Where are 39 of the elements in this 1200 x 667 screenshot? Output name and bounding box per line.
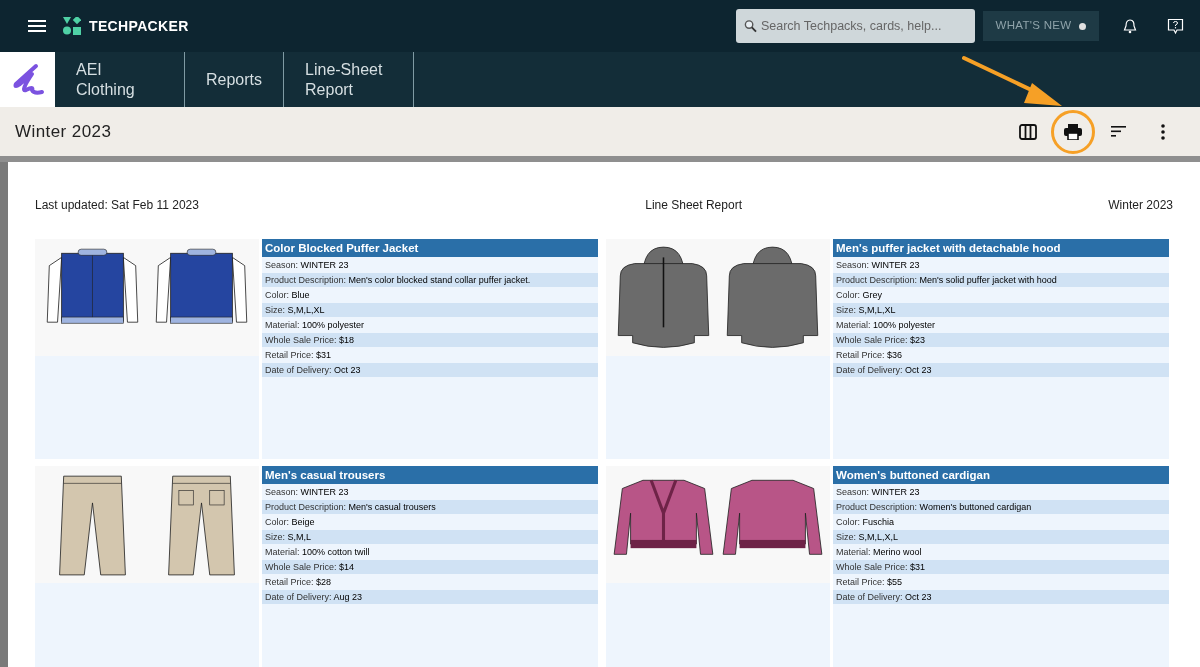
help-icon[interactable] <box>1167 17 1184 35</box>
whats-new-button[interactable]: WHAT'S NEW <box>983 11 1099 41</box>
search-icon <box>744 19 757 33</box>
detail-row: Product Description: Men's color blocked stand collar puffer jacket. <box>262 273 598 287</box>
print-icon <box>1064 123 1082 140</box>
print-button[interactable] <box>1051 109 1095 154</box>
detail-row: Date of Delivery: Aug 23 <box>262 590 598 604</box>
last-updated: Last updated: Sat Feb 11 2023 <box>35 197 199 212</box>
detail-row: Product Description: Men's solid puffer jacket with hood <box>833 273 1169 287</box>
search-input[interactable]: Search Techpacks, cards, help... <box>760 16 967 36</box>
logo-icon <box>63 17 81 35</box>
detail-row: Date of Delivery: Oct 23 <box>833 363 1169 377</box>
detail-row: Whole Sale Price: $31 <box>833 560 1169 574</box>
report-season: Winter 2023 <box>1108 197 1173 212</box>
report-title: Line Sheet Report <box>645 197 742 212</box>
product-title: Women's buttoned cardigan <box>833 466 1169 484</box>
detail-row: Size: S,M,L,X,L <box>833 530 1169 544</box>
notification-bell-icon[interactable] <box>1123 18 1137 34</box>
detail-row: Whole Sale Price: $14 <box>262 560 598 574</box>
detail-row: Size: S,M,L,XL <box>833 303 1169 317</box>
detail-row: Size: S,M,L,XL <box>262 303 598 317</box>
more-icon <box>1161 123 1165 140</box>
product-title: Men's casual trousers <box>262 466 598 484</box>
search-field[interactable]: Search Techpacks, cards, help... <box>736 9 975 43</box>
detail-row: Size: S,M,L <box>262 530 598 544</box>
sort-icon <box>1110 126 1126 137</box>
product-title: Men's puffer jacket with detachable hood <box>833 239 1169 257</box>
workspace-logo[interactable] <box>0 52 55 107</box>
detail-row: Date of Delivery: Oct 23 <box>833 590 1169 604</box>
product-title: Color Blocked Puffer Jacket <box>262 239 598 257</box>
columns-icon <box>1019 123 1037 140</box>
detail-row: Product Description: Men's casual trousers <box>262 500 598 514</box>
detail-row: Whole Sale Price: $23 <box>833 333 1169 347</box>
app-name: TECHPACKER <box>89 16 189 36</box>
detail-row: Whole Sale Price: $18 <box>262 333 598 347</box>
detail-row: Product Description: Women's buttoned cardigan <box>833 500 1169 514</box>
detail-row: Date of Delivery: Oct 23 <box>262 363 598 377</box>
menu-icon[interactable] <box>28 19 46 33</box>
page-title: Winter 2023 <box>15 120 112 143</box>
